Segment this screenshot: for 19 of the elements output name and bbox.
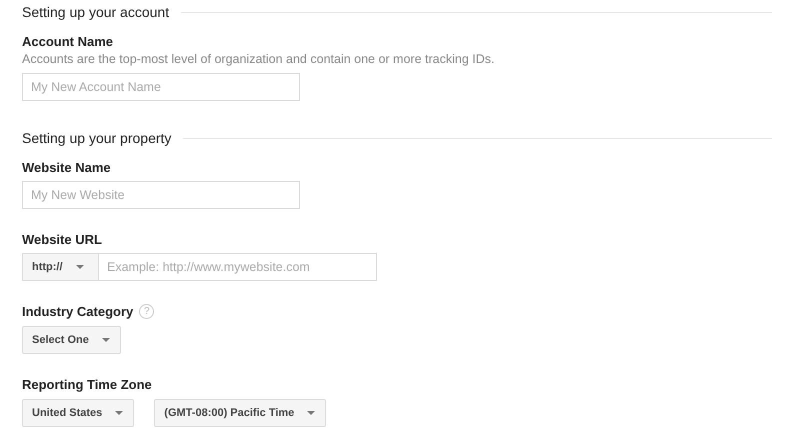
text-field[interactable]: My New Website xyxy=(22,181,300,209)
section-title: Setting up your account xyxy=(22,4,170,20)
caret-icon xyxy=(307,411,316,415)
field-description: Accounts are the top-most level of organization and contain one or more tracking IDs. xyxy=(22,51,496,68)
section-title: Setting up your property xyxy=(22,130,172,146)
caret-icon xyxy=(115,411,124,415)
field-label: Website URL xyxy=(22,232,102,246)
field-label: Reporting Time Zone xyxy=(22,376,152,392)
caret-icon xyxy=(76,265,84,269)
field-label: Website Name xyxy=(22,160,111,174)
field-label: Account Name xyxy=(22,34,114,48)
url-field[interactable]: Example: http://www.mywebsite.com xyxy=(99,253,377,281)
text-field[interactable]: My New Account Name xyxy=(22,73,300,101)
dropdown[interactable]: Select One xyxy=(22,326,121,354)
dropdown[interactable]: (GMT-08:00) Pacific Time xyxy=(154,399,326,427)
protocol-dropdown[interactable]: http:// xyxy=(22,253,99,281)
field-label: Industry Category xyxy=(22,304,134,318)
caret-icon xyxy=(102,338,110,342)
dropdown[interactable]: United States xyxy=(22,399,134,427)
